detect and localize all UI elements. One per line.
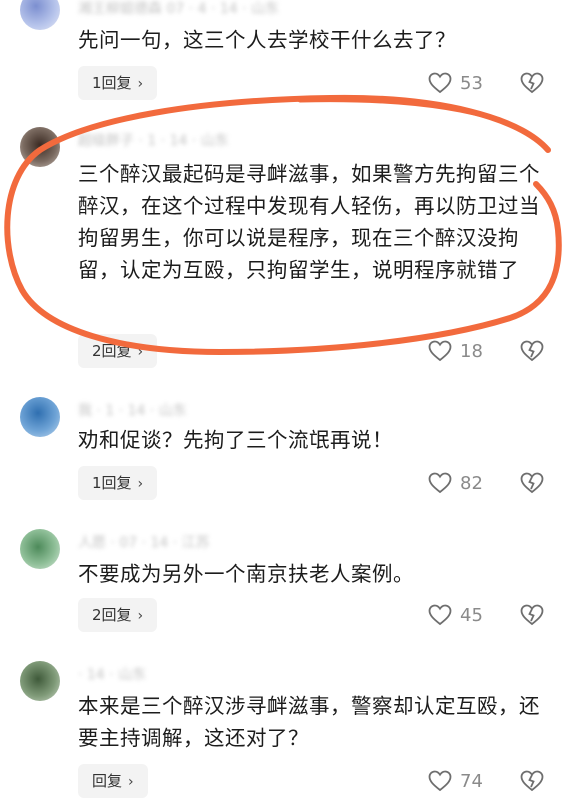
- broken-heart-icon: [520, 340, 544, 362]
- avatar[interactable]: [20, 661, 60, 701]
- reply-label: 2回复: [92, 606, 132, 624]
- comment-meta: · 14 · 山东: [78, 667, 147, 683]
- reply-button[interactable]: 2回复 ›: [78, 334, 158, 368]
- broken-heart-icon: [520, 770, 544, 792]
- broken-heart-icon: [520, 472, 544, 494]
- reply-button[interactable]: 2回复 ›: [78, 598, 158, 632]
- chevron-right-icon: ›: [137, 608, 144, 624]
- chevron-right-icon: ›: [137, 76, 144, 92]
- like-count: 45: [460, 604, 483, 626]
- reply-button[interactable]: 1回复 ›: [78, 66, 158, 100]
- broken-heart-icon: [520, 72, 544, 94]
- annotation-circle: [4, 94, 562, 356]
- comment-text: 三个醉汉最起码是寻衅滋事，如果警方先拘留三个醉汉，在这个过程中发现有人轻伤，再以…: [78, 162, 540, 282]
- heart-icon: [428, 770, 452, 792]
- heart-icon: [428, 472, 452, 494]
- like-button[interactable]: 74: [428, 764, 483, 798]
- chevron-right-icon: ›: [128, 774, 134, 790]
- reply-label: 1回复: [92, 74, 132, 92]
- like-button[interactable]: 53: [428, 66, 483, 100]
- heart-icon: [428, 72, 452, 94]
- reply-label: 2回复: [92, 342, 132, 360]
- chevron-right-icon: ›: [137, 476, 144, 492]
- comment-meta: 我 · 1 · 14 · 山东: [78, 403, 187, 419]
- reply-button[interactable]: 1回复 ›: [78, 466, 158, 500]
- comment-meta: 超级胖子 · 1 · 14 · 山东: [78, 133, 229, 149]
- dislike-button[interactable]: [520, 66, 544, 100]
- reply-label: 1回复: [92, 474, 132, 492]
- like-button[interactable]: 18: [428, 334, 483, 368]
- dislike-button[interactable]: [520, 598, 544, 632]
- like-count: 74: [460, 770, 483, 792]
- dislike-button[interactable]: [520, 466, 544, 500]
- dislike-button[interactable]: [520, 334, 544, 368]
- comment-meta: 人愿 · 07 · 14 · 江苏: [78, 535, 210, 551]
- comment-meta: 湘王柳姐德森 07 · 4 · 14 · 山东: [78, 1, 280, 17]
- comment-text: 本来是三个醉汉涉寻衅滋事，警察却认定互殴，还要主持调解，这还对了？: [78, 694, 540, 750]
- avatar[interactable]: [20, 397, 60, 437]
- like-button[interactable]: 82: [428, 466, 483, 500]
- chevron-right-icon: ›: [137, 344, 144, 360]
- avatar[interactable]: [20, 0, 60, 30]
- like-count: 53: [460, 72, 483, 94]
- comment-text: 劝和促谈？先拘了三个流氓再说！: [78, 428, 393, 452]
- avatar[interactable]: [20, 529, 60, 569]
- reply-button[interactable]: 回复 ›: [78, 764, 148, 798]
- reply-label: 回复: [92, 772, 123, 790]
- heart-icon: [428, 340, 452, 362]
- heart-icon: [428, 604, 452, 626]
- avatar[interactable]: [20, 127, 60, 167]
- like-count: 18: [460, 340, 483, 362]
- dislike-button[interactable]: [520, 764, 544, 798]
- like-button[interactable]: 45: [428, 598, 483, 632]
- comment-text: 先问一句，这三个人去学校干什么去了？: [78, 28, 456, 52]
- like-count: 82: [460, 472, 483, 494]
- broken-heart-icon: [520, 604, 544, 626]
- comment-text: 不要成为另外一个南京扶老人案例。: [78, 562, 414, 586]
